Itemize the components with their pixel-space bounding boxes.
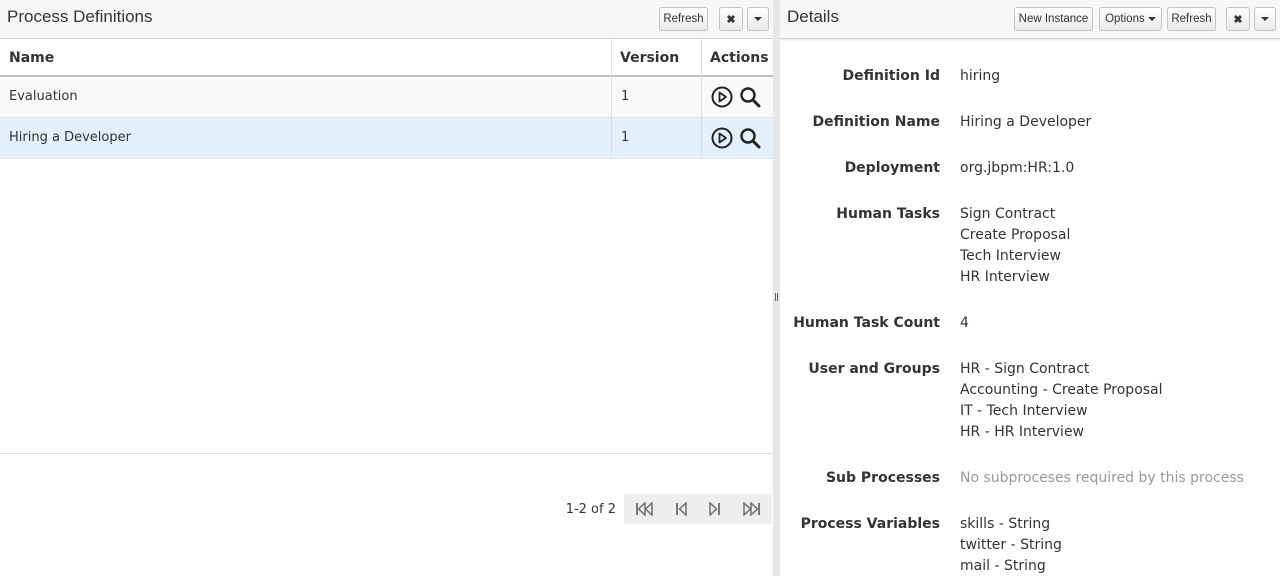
options-label: Options xyxy=(1105,13,1145,25)
table-header: Name Version Actions xyxy=(0,39,773,77)
new-instance-button[interactable]: New Instance xyxy=(1014,7,1093,31)
detail-row-definition-id: Definition Id hiring xyxy=(780,66,1280,87)
column-divider xyxy=(611,39,612,77)
detail-value: Sign Contract Create Proposal Tech Inter… xyxy=(960,204,1070,288)
detail-row-definition-name: Definition Name Hiring a Developer xyxy=(780,112,1280,133)
detail-value: HR - Sign Contract Accounting - Create P… xyxy=(960,359,1163,443)
column-header-name[interactable]: Name xyxy=(1,39,62,77)
value-line: skills - String xyxy=(960,516,1051,532)
close-icon: ✖ xyxy=(726,13,736,26)
detail-label: Human Task Count xyxy=(793,315,940,331)
detail-value: No subproceses required by this process xyxy=(960,468,1244,489)
start-process-icon[interactable] xyxy=(711,86,733,108)
detail-label: Definition Id xyxy=(842,68,940,84)
panel-title: Process Definitions xyxy=(7,7,153,26)
detail-label: Definition Name xyxy=(812,114,940,130)
chevron-down-icon xyxy=(1261,17,1269,21)
detail-value: skills - String twitter - String mail - … xyxy=(960,514,1062,576)
detail-label: Human Tasks xyxy=(836,206,940,222)
detail-value: Hiring a Developer xyxy=(960,112,1091,133)
detail-row-user-and-groups: User and Groups HR - Sign Contract Accou… xyxy=(780,359,1280,443)
detail-label: Process Variables xyxy=(800,516,940,532)
column-divider xyxy=(701,77,702,117)
details-panel: Details New Instance Options Refresh ✖ D… xyxy=(780,0,1280,576)
value-line: HR - Sign Contract xyxy=(960,361,1090,377)
detail-value: org.jbpm:HR:1.0 xyxy=(960,158,1074,179)
detail-value: 4 xyxy=(960,313,969,334)
row-version-cell: 1 xyxy=(621,89,630,104)
value-line: IT - Tech Interview xyxy=(960,403,1088,419)
table-row[interactable]: Evaluation 1 xyxy=(0,77,773,118)
pager-range-label: 1-2 of 2 xyxy=(565,501,616,517)
first-page-icon[interactable] xyxy=(635,502,653,516)
row-name-cell: Evaluation xyxy=(9,89,78,104)
panel-menu-dropdown[interactable] xyxy=(747,7,769,31)
value-line: twitter - String xyxy=(960,537,1062,553)
detail-label: Deployment xyxy=(844,160,940,176)
table-row[interactable]: Hiring a Developer 1 xyxy=(0,118,773,159)
options-dropdown[interactable]: Options xyxy=(1099,7,1162,31)
detail-row-human-tasks: Human Tasks Sign Contract Create Proposa… xyxy=(780,204,1280,288)
details-list: Definition Id hiring Definition Name Hir… xyxy=(780,66,1280,576)
detail-value: hiring xyxy=(960,66,1000,87)
column-header-actions: Actions xyxy=(710,50,769,66)
start-process-icon[interactable] xyxy=(711,127,733,149)
detail-row-deployment: Deployment org.jbpm:HR:1.0 xyxy=(780,158,1280,179)
process-definitions-header: Process Definitions Refresh ✖ xyxy=(0,0,773,39)
close-button[interactable]: ✖ xyxy=(719,7,743,31)
panel-menu-dropdown[interactable] xyxy=(1254,7,1276,31)
row-actions xyxy=(711,127,761,149)
chevron-down-icon xyxy=(754,17,762,21)
refresh-button[interactable]: Refresh xyxy=(659,7,708,31)
value-line: No subproceses required by this process xyxy=(960,470,1244,486)
value-line: Sign Contract xyxy=(960,206,1056,222)
value-line: org.jbpm:HR:1.0 xyxy=(960,160,1075,176)
splitter-grip-icon xyxy=(775,293,778,301)
pager: 1-2 of 2 xyxy=(560,494,772,524)
detail-label: Sub Processes xyxy=(825,470,940,486)
column-header-version[interactable]: Version xyxy=(612,39,687,77)
column-divider xyxy=(701,118,702,158)
panel-title: Details xyxy=(787,7,839,26)
detail-row-process-variables: Process Variables skills - String twitte… xyxy=(780,514,1280,576)
refresh-button[interactable]: Refresh xyxy=(1167,7,1216,31)
row-actions xyxy=(711,86,761,108)
value-line: mail - String xyxy=(960,558,1046,574)
column-divider xyxy=(701,39,702,77)
value-line: 4 xyxy=(960,315,969,331)
last-page-icon[interactable] xyxy=(743,502,761,516)
chevron-down-icon xyxy=(1147,17,1156,21)
close-button[interactable]: ✖ xyxy=(1226,7,1250,31)
detail-row-human-task-count: Human Task Count 4 xyxy=(780,313,1280,334)
value-line: Hiring a Developer xyxy=(960,114,1092,130)
view-details-icon[interactable] xyxy=(739,127,761,149)
pager-buttons xyxy=(624,494,772,524)
next-page-icon[interactable] xyxy=(709,502,721,516)
value-line: hiring xyxy=(960,68,1001,84)
value-line: Create Proposal xyxy=(960,227,1071,243)
column-divider xyxy=(611,118,612,158)
value-line: Tech Interview xyxy=(960,248,1061,264)
close-icon: ✖ xyxy=(1233,13,1243,26)
row-name-cell: Hiring a Developer xyxy=(9,130,131,145)
value-line: Accounting - Create Proposal xyxy=(960,382,1163,398)
panel-splitter[interactable] xyxy=(773,0,780,576)
column-divider xyxy=(611,77,612,117)
value-line: HR Interview xyxy=(960,269,1050,285)
process-definitions-table: Name Version Actions Evaluation 1 Hiring… xyxy=(0,39,773,159)
details-header: Details New Instance Options Refresh ✖ xyxy=(780,0,1280,39)
row-version-cell: 1 xyxy=(621,130,630,145)
grid-footer-divider xyxy=(0,453,773,454)
detail-row-sub-processes: Sub Processes No subproceses required by… xyxy=(780,468,1280,489)
value-line: HR - HR Interview xyxy=(960,424,1085,440)
previous-page-icon[interactable] xyxy=(675,502,687,516)
process-definitions-panel: Process Definitions Refresh ✖ Name Versi… xyxy=(0,0,773,576)
view-details-icon[interactable] xyxy=(739,86,761,108)
detail-label: User and Groups xyxy=(808,361,940,377)
